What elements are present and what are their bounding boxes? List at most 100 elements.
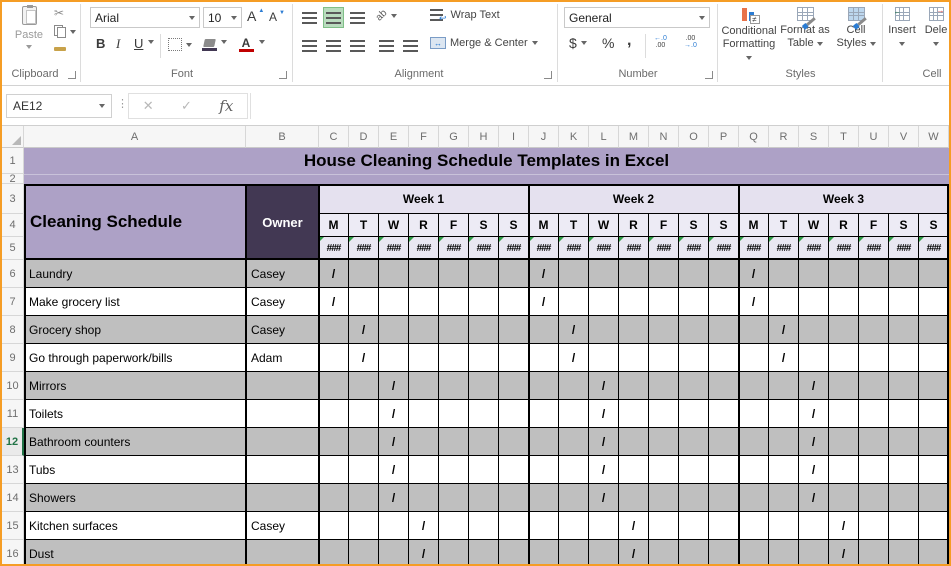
check-cell-row8[interactable]: / [769, 316, 799, 344]
owner-cell-row15[interactable]: Casey [246, 512, 319, 540]
date-overflow-cell[interactable]: ### [409, 237, 439, 260]
font-color-dropdown[interactable] [259, 40, 265, 44]
insert-button[interactable]: ← Insert [886, 5, 918, 50]
empty-cell[interactable] [649, 260, 679, 288]
empty-cell[interactable] [679, 344, 709, 372]
font-dialog-launcher[interactable] [279, 71, 287, 79]
empty-cell[interactable] [439, 400, 469, 428]
empty-cell[interactable] [469, 316, 499, 344]
column-header-E[interactable]: E [379, 126, 409, 148]
empty-cell[interactable] [319, 540, 349, 564]
empty-cell[interactable] [769, 428, 799, 456]
column-header-M[interactable]: M [619, 126, 649, 148]
empty-cell[interactable] [769, 512, 799, 540]
task-name-cell-row9[interactable]: Go through paperwork/bills [24, 344, 246, 372]
empty-cell[interactable] [919, 316, 949, 344]
check-cell-row6[interactable]: / [739, 260, 769, 288]
empty-cell[interactable] [889, 512, 919, 540]
number-format-combobox[interactable]: General [564, 7, 710, 28]
date-overflow-cell[interactable]: ### [739, 237, 769, 260]
empty-cell[interactable] [679, 400, 709, 428]
empty-cell[interactable] [829, 456, 859, 484]
empty-cell[interactable] [889, 484, 919, 512]
row-header-11[interactable]: 11 [2, 400, 24, 428]
delete-button[interactable]: → Dele [921, 5, 949, 50]
row-header-10[interactable]: 10 [2, 372, 24, 400]
empty-cell[interactable] [349, 260, 379, 288]
empty-cell[interactable] [319, 456, 349, 484]
align-center-button[interactable] [323, 35, 344, 56]
empty-cell[interactable] [769, 260, 799, 288]
empty-cell[interactable] [379, 316, 409, 344]
empty-cell[interactable] [469, 540, 499, 564]
empty-cell[interactable] [409, 456, 439, 484]
empty-cell[interactable] [499, 456, 529, 484]
week-header-1[interactable]: Week 1 [319, 184, 529, 214]
empty-cell[interactable] [799, 288, 829, 316]
empty-cell[interactable] [739, 512, 769, 540]
percent-style-button[interactable]: % [602, 35, 614, 51]
empty-cell[interactable] [529, 484, 559, 512]
empty-cell[interactable] [649, 344, 679, 372]
empty-cell[interactable] [409, 372, 439, 400]
day-header-week2-S[interactable]: S [679, 214, 709, 237]
column-header-G[interactable]: G [439, 126, 469, 148]
empty-cell[interactable] [829, 484, 859, 512]
empty-cell[interactable] [349, 540, 379, 564]
empty-cell[interactable] [889, 372, 919, 400]
decrease-decimal-button[interactable]: .00 →.0 [684, 35, 697, 49]
day-header-week3-M[interactable]: M [739, 214, 769, 237]
empty-cell[interactable] [619, 288, 649, 316]
empty-cell[interactable] [439, 316, 469, 344]
check-cell-row12[interactable]: / [379, 428, 409, 456]
day-header-week3-T[interactable]: T [769, 214, 799, 237]
column-header-U[interactable]: U [859, 126, 889, 148]
comma-style-button[interactable]: , [627, 32, 631, 50]
check-cell-row7[interactable]: / [739, 288, 769, 316]
empty-cell[interactable] [919, 288, 949, 316]
column-header-I[interactable]: I [499, 126, 529, 148]
empty-cell[interactable] [649, 288, 679, 316]
empty-cell[interactable] [709, 484, 739, 512]
day-header-week1-T[interactable]: T [349, 214, 379, 237]
day-header-week1-S[interactable]: S [499, 214, 529, 237]
owner-cell-row6[interactable]: Casey [246, 260, 319, 288]
empty-cell[interactable] [619, 344, 649, 372]
column-header-H[interactable]: H [469, 126, 499, 148]
row-header-3[interactable]: 3 [2, 184, 24, 214]
empty-cell[interactable] [499, 512, 529, 540]
empty-cell[interactable] [799, 260, 829, 288]
empty-cell[interactable] [379, 512, 409, 540]
empty-cell[interactable] [439, 260, 469, 288]
shrink-font-button[interactable]: A ▼ [269, 10, 287, 24]
empty-cell[interactable] [739, 456, 769, 484]
day-header-week2-M[interactable]: M [529, 214, 559, 237]
empty-cell[interactable] [739, 372, 769, 400]
cleaning-schedule-header-cell[interactable]: Cleaning Schedule [24, 184, 246, 260]
empty-cell[interactable] [409, 344, 439, 372]
date-overflow-cell[interactable]: ### [649, 237, 679, 260]
empty-cell[interactable] [499, 540, 529, 564]
check-cell-row16[interactable]: / [409, 540, 439, 564]
empty-cell[interactable] [439, 372, 469, 400]
select-all-corner[interactable] [2, 126, 24, 148]
empty-cell[interactable] [859, 428, 889, 456]
date-overflow-cell[interactable]: ### [859, 237, 889, 260]
empty-cell[interactable] [799, 540, 829, 564]
empty-cell[interactable] [739, 400, 769, 428]
date-overflow-cell[interactable]: ### [499, 237, 529, 260]
empty-cell[interactable] [709, 428, 739, 456]
date-overflow-cell[interactable]: ### [529, 237, 559, 260]
column-header-L[interactable]: L [589, 126, 619, 148]
empty-cell[interactable] [349, 512, 379, 540]
middle-align-button[interactable] [323, 7, 344, 28]
empty-cell[interactable] [829, 344, 859, 372]
empty-cell[interactable] [679, 260, 709, 288]
row-header-5[interactable]: 5 [2, 237, 24, 260]
empty-cell[interactable] [469, 288, 499, 316]
empty-cell[interactable] [589, 288, 619, 316]
fill-color-button[interactable] [198, 34, 220, 56]
empty-cell[interactable] [379, 288, 409, 316]
empty-cell[interactable] [379, 540, 409, 564]
task-name-cell-row13[interactable]: Tubs [24, 456, 246, 484]
